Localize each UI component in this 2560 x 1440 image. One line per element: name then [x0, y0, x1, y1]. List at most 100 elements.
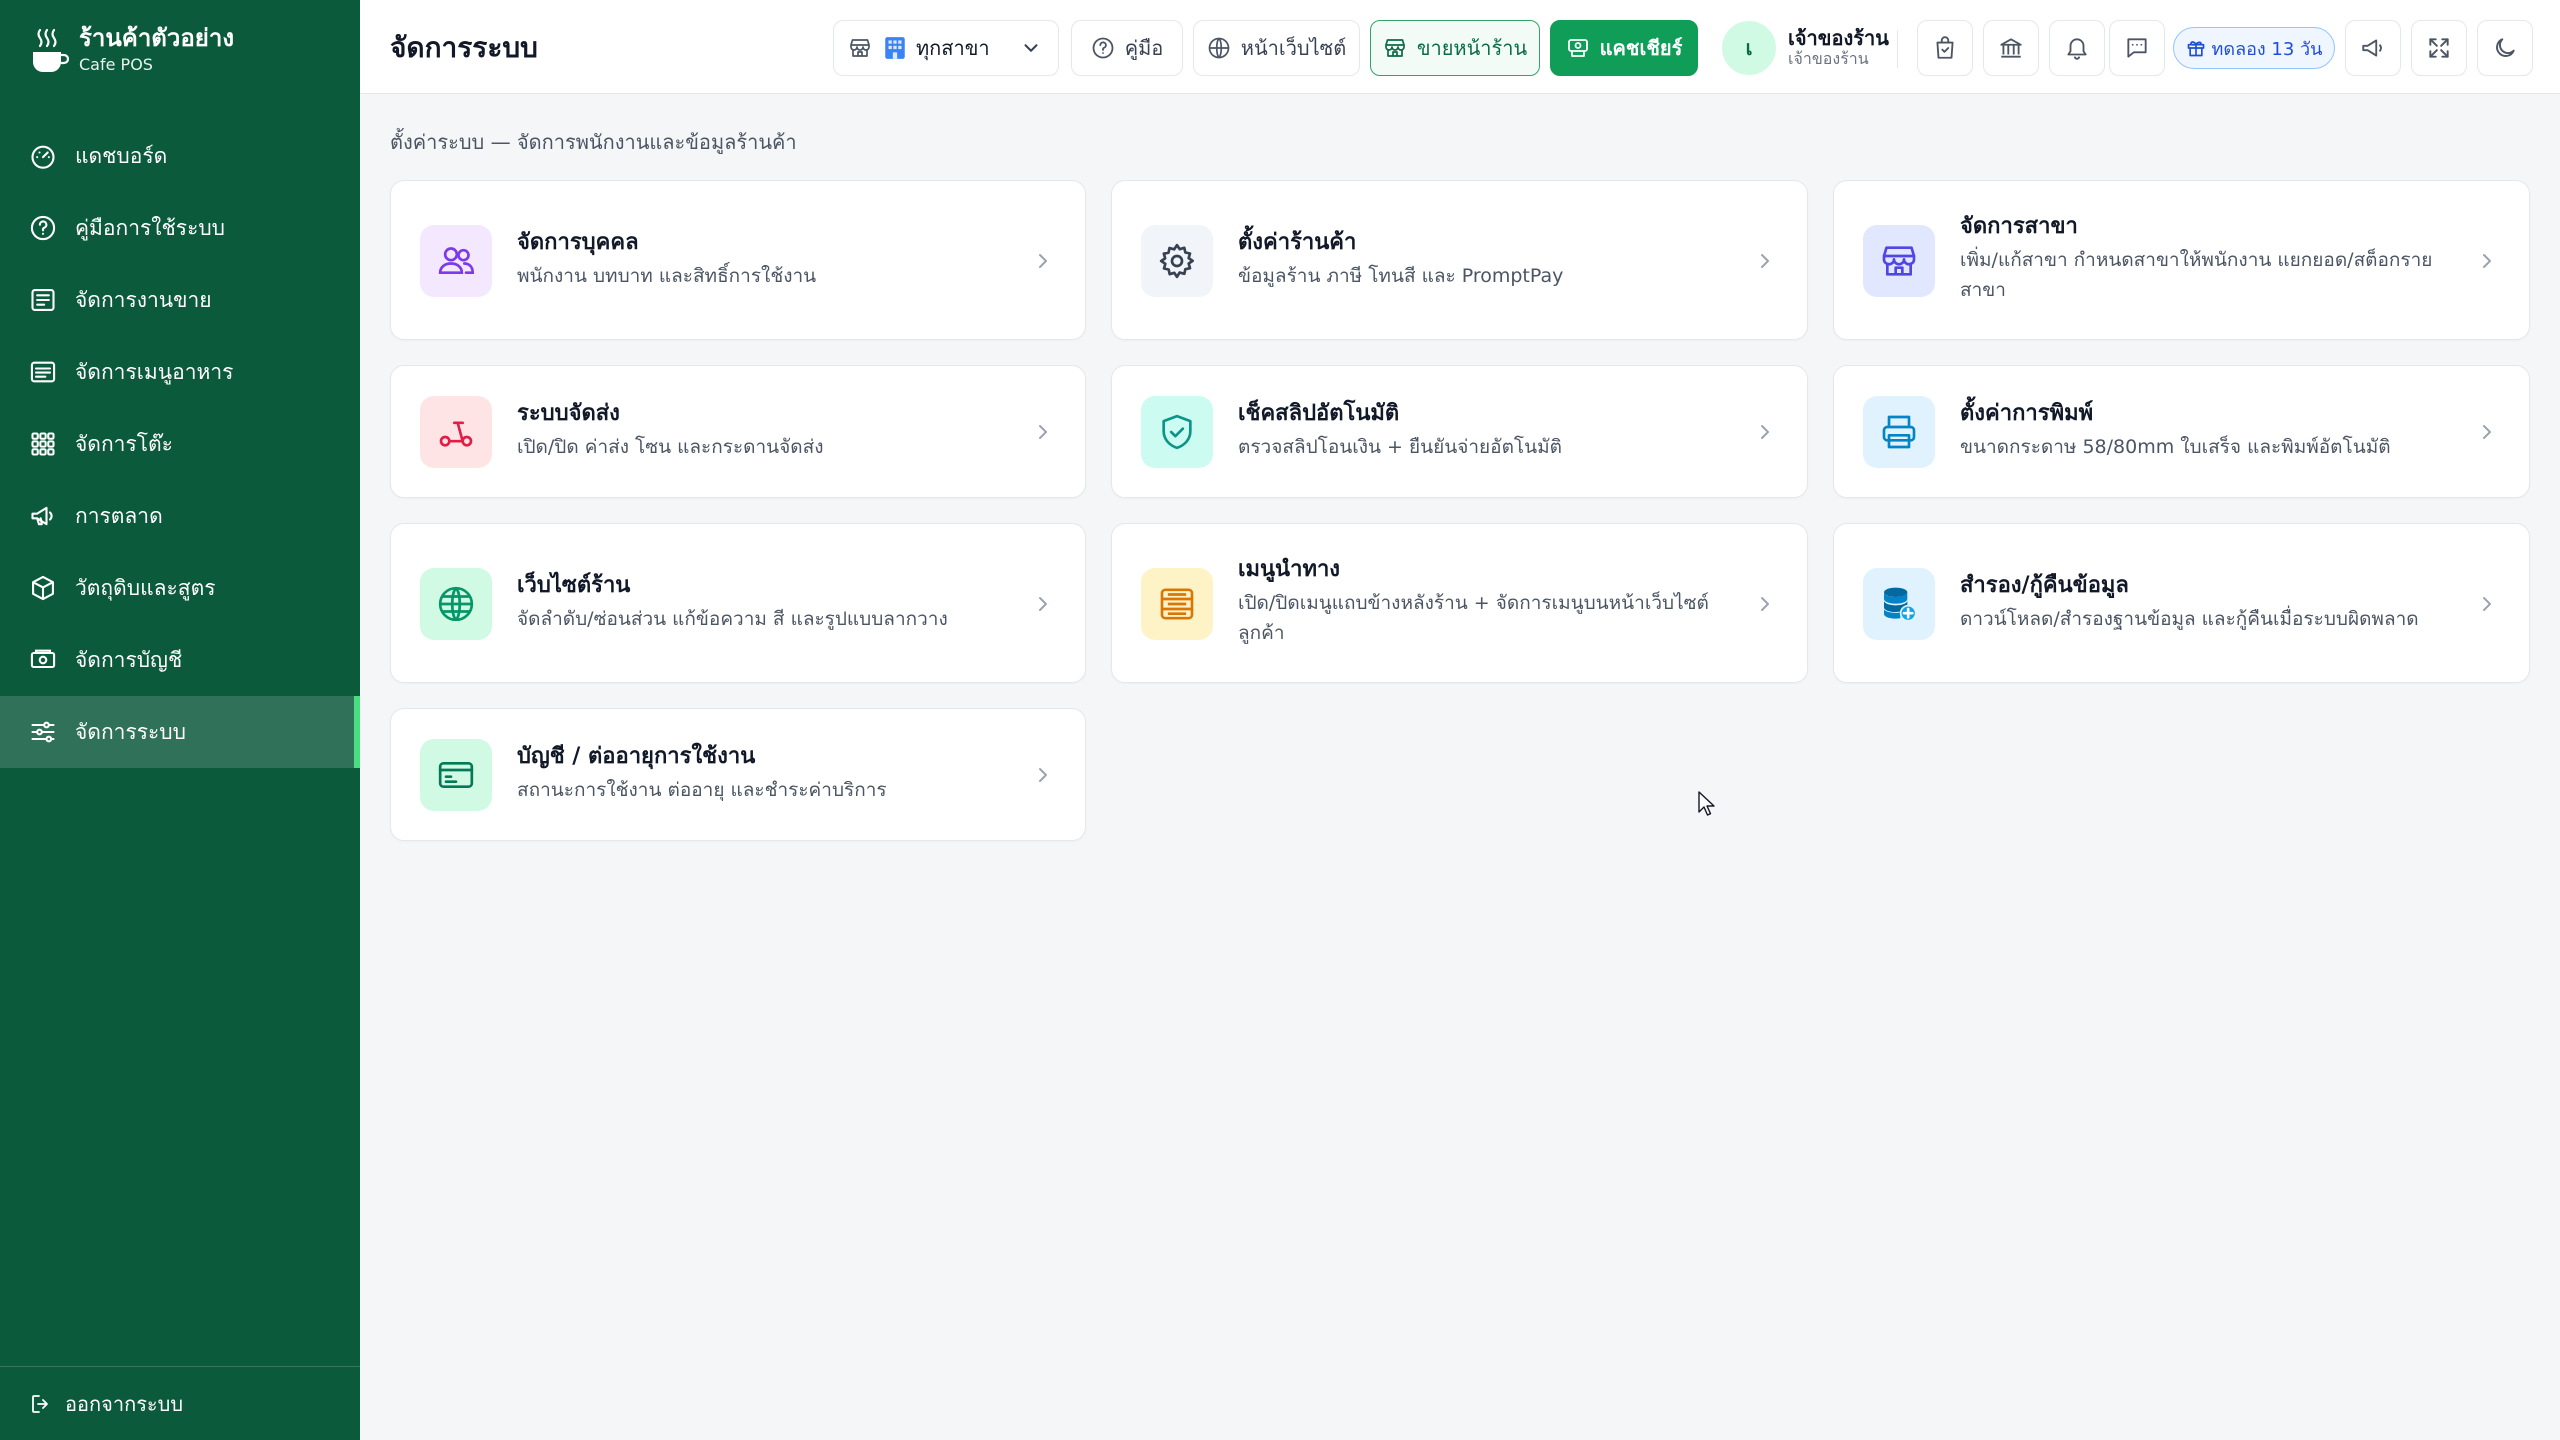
- logout-label: ออกจากระบบ: [65, 1391, 184, 1416]
- sidebar-item-sales[interactable]: จัดการงานขาย: [0, 264, 360, 336]
- chevron-right-icon: [1031, 420, 1055, 444]
- card-description: ดาวน์โหลด/สำรองฐานข้อมูล และกู้คืนเมื่อร…: [1960, 608, 2419, 630]
- sidebar-item-dashboard[interactable]: แดชบอร์ด: [0, 120, 360, 192]
- chevron-right-icon: [2475, 420, 2499, 444]
- website-button-label: หน้าเว็บไซต์: [1240, 36, 1347, 60]
- database-icon: [1863, 568, 1935, 640]
- card-people-management[interactable]: จัดการบุคคล พนักงาน บทบาท และสิทธิ์การใช…: [390, 180, 1086, 340]
- globe-icon: [1207, 36, 1231, 60]
- chevron-right-icon: [1031, 763, 1055, 787]
- sidebar-item-label: จัดการระบบ: [75, 719, 186, 744]
- card-backup-restore[interactable]: สำรอง/กู้คืนข้อมูล ดาวน์โหลด/สำรองฐานข้อ…: [1833, 523, 2530, 683]
- sidebar-item-tables[interactable]: จัดการโต๊ะ: [0, 408, 360, 480]
- brand[interactable]: ร้านค้าตัวอย่าง Cafe POS: [29, 22, 234, 76]
- menu-list-icon: [29, 358, 57, 386]
- website-button[interactable]: หน้าเว็บไซต์: [1193, 20, 1360, 76]
- card-description: ตรวจสลิปโอนเงิน + ยืนยันจ่ายอัตโนมัติ: [1238, 436, 1562, 458]
- sidebar-item-label: จัดการงานขาย: [75, 287, 212, 312]
- announcements-button[interactable]: [2345, 20, 2401, 76]
- sidebar-item-label: จัดการโต๊ะ: [75, 431, 173, 456]
- avatar: เ: [1722, 21, 1776, 75]
- breadcrumb: ตั้งค่าระบบ — จัดการพนักงานและข้อมูลร้าน…: [390, 130, 797, 154]
- bank-button[interactable]: [1983, 20, 2039, 76]
- logout-button[interactable]: ออกจากระบบ: [0, 1366, 360, 1440]
- trial-badge[interactable]: ทดลอง 13 วัน: [2173, 27, 2335, 69]
- card-delivery-system[interactable]: ระบบจัดส่ง เปิด/ปิด ค่าส่ง โซน และกระดาน…: [390, 365, 1086, 498]
- card-description: พนักงาน บทบาท และสิทธิ์การใช้งาน: [517, 265, 817, 287]
- sidebar: ร้านค้าตัวอย่าง Cafe POS แดชบอร์ด คู่มือ…: [0, 0, 360, 1440]
- card-branch-management[interactable]: จัดการสาขา เพิ่ม/แก้สาขา กำหนดสาขาให้พนั…: [1833, 180, 2530, 340]
- store-icon: [1383, 36, 1407, 60]
- card-title: เช็คสลิปอัตโนมัติ: [1238, 401, 1400, 426]
- store-icon: [1863, 225, 1935, 297]
- table-grid-icon: [29, 430, 57, 458]
- cashier-button-label: แคชเชียร์: [1599, 36, 1683, 60]
- sidebar-item-label: การตลาด: [75, 503, 163, 528]
- card-description: จัดลำดับ/ซ่อนส่วน แก้ข้อความ สี และรูปแบ…: [517, 608, 948, 630]
- gift-icon: [2186, 38, 2206, 58]
- user-role: เจ้าของร้าน: [1788, 49, 1869, 69]
- card-subscription[interactable]: บัญชี / ต่ออายุการใช้งาน สถานะการใช้งาน …: [390, 708, 1086, 841]
- chevron-right-icon: [1753, 249, 1777, 273]
- card-description: เปิด/ปิด ค่าส่ง โซน และกระดานจัดส่ง: [517, 436, 824, 458]
- card-store-settings[interactable]: ตั้งค่าร้านค้า ข้อมูลร้าน ภาษี โทนสี และ…: [1111, 180, 1808, 340]
- brand-name: ร้านค้าตัวอย่าง: [79, 24, 235, 52]
- storefront-pos-button[interactable]: ขายหน้าร้าน: [1370, 20, 1540, 76]
- card-description: ข้อมูลร้าน ภาษี โทนสี และ PromptPay: [1238, 265, 1564, 287]
- card-title: ตั้งค่าร้านค้า: [1238, 230, 1357, 255]
- branch-select-value: ทุกสาขา: [916, 36, 990, 60]
- dashboard-gauge-icon: [29, 142, 57, 170]
- bank-icon: [1998, 35, 2024, 61]
- sidebar-item-ingredients[interactable]: วัตถุดิบและสูตร: [0, 552, 360, 624]
- card-navigation-menu[interactable]: เมนูนำทาง เปิด/ปิดเมนูแถบข้างหลังร้าน + …: [1111, 523, 1808, 683]
- users-icon: [420, 225, 492, 297]
- card-title: เว็บไซต์ร้าน: [517, 573, 631, 598]
- brand-subtitle: Cafe POS: [79, 55, 153, 74]
- card-description: ขนาดกระดาษ 58/80mm ใบเสร็จ และพิมพ์อัตโน…: [1960, 436, 2391, 458]
- notifications-button[interactable]: [2049, 20, 2105, 76]
- branch-select[interactable]: ทุกสาขา: [833, 20, 1059, 76]
- card-title: เมนูนำทาง: [1238, 557, 1341, 582]
- logout-icon: [29, 1392, 53, 1416]
- card-print-settings[interactable]: ตั้งค่าการพิมพ์ ขนาดกระดาษ 58/80mm ใบเสร…: [1833, 365, 2530, 498]
- sidebar-item-user-guide[interactable]: คู่มือการใช้ระบบ: [0, 192, 360, 264]
- globe-icon: [420, 568, 492, 640]
- sidebar-item-label: วัตถุดิบและสูตร: [75, 575, 216, 600]
- storefront-button-label: ขายหน้าร้าน: [1416, 36, 1528, 60]
- chevron-down-icon: [1020, 37, 1042, 59]
- sidebar-item-accounting[interactable]: จัดการบัญชี: [0, 624, 360, 696]
- chevron-right-icon: [1753, 592, 1777, 616]
- banknote-icon: [29, 646, 57, 674]
- card-description: สถานะการใช้งาน ต่ออายุ และชำระค่าบริการ: [517, 779, 887, 801]
- coffee-cup-icon: [29, 26, 69, 76]
- sidebar-item-food-menu[interactable]: จัดการเมนูอาหาร: [0, 336, 360, 408]
- mouse-cursor-icon: [1698, 791, 1716, 817]
- guide-button[interactable]: คู่มือ: [1071, 20, 1183, 76]
- chevron-right-icon: [1031, 249, 1055, 273]
- sidebar-item-marketing[interactable]: การตลาด: [0, 480, 360, 552]
- chevron-right-icon: [1031, 592, 1055, 616]
- messages-button[interactable]: [2109, 20, 2165, 76]
- divider: [1897, 30, 1898, 68]
- fullscreen-button[interactable]: [2411, 20, 2467, 76]
- dark-mode-toggle[interactable]: [2477, 20, 2533, 76]
- printer-icon: [1863, 396, 1935, 468]
- card-title: ตั้งค่าการพิมพ์: [1960, 401, 2094, 426]
- sidebar-item-label: คู่มือการใช้ระบบ: [75, 215, 226, 240]
- cashier-button[interactable]: แคชเชียร์: [1550, 20, 1698, 76]
- megaphone-icon: [2360, 35, 2386, 61]
- sidebar-nav: แดชบอร์ด คู่มือการใช้ระบบ จัดการงานขาย จ…: [0, 120, 360, 768]
- megaphone-icon: [29, 502, 57, 530]
- shopping-bag-check-icon: [1932, 35, 1958, 61]
- user-name: เจ้าของร้าน: [1788, 26, 1889, 51]
- card-auto-slip-check[interactable]: เช็คสลิปอัตโนมัติ ตรวจสลิปโอนเงิน + ยืนย…: [1111, 365, 1808, 498]
- orders-button[interactable]: [1917, 20, 1973, 76]
- user-profile[interactable]: เ เจ้าของร้าน เจ้าของร้าน: [1722, 20, 1889, 76]
- card-title: สำรอง/กู้คืนข้อมูล: [1960, 573, 2129, 598]
- sidebar-item-system-settings[interactable]: จัดการระบบ: [0, 696, 360, 768]
- help-circle-icon: [1091, 36, 1115, 60]
- sidebar-item-label: แดชบอร์ด: [75, 143, 168, 168]
- card-store-website[interactable]: เว็บไซต์ร้าน จัดลำดับ/ซ่อนส่วน แก้ข้อควา…: [390, 523, 1086, 683]
- sliders-icon: [29, 718, 57, 746]
- box-icon: [29, 574, 57, 602]
